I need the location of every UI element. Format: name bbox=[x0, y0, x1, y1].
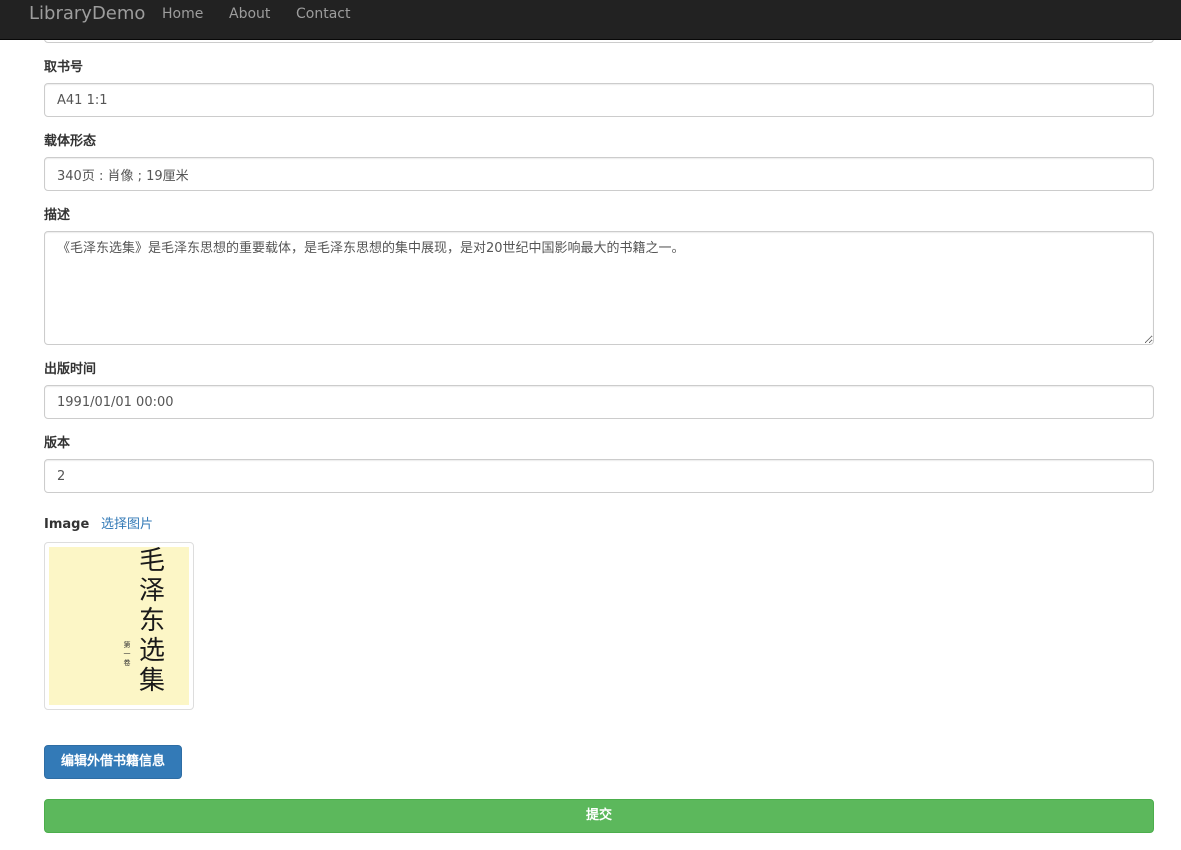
physical-description-input[interactable] bbox=[44, 157, 1154, 191]
edition-input[interactable] bbox=[44, 459, 1154, 493]
cover-title-char: 毛 bbox=[139, 547, 165, 576]
cover-title-char: 东 bbox=[139, 606, 165, 636]
navbar: LibraryDemo Home About Contact bbox=[0, 0, 1181, 40]
book-cover-thumbnail: 毛 泽 东 选 集 第 一 卷 bbox=[44, 542, 194, 710]
publish-date-label: 出版时间 bbox=[44, 362, 97, 377]
cover-subtitle-char: 一 bbox=[124, 650, 131, 658]
nav-home-link[interactable]: Home bbox=[162, 6, 203, 22]
choose-image-link[interactable]: 选择图片 bbox=[101, 517, 153, 533]
cover-title-char: 泽 bbox=[139, 576, 165, 606]
nav-about-link[interactable]: About bbox=[229, 6, 270, 22]
cover-title-char: 选 bbox=[139, 636, 165, 666]
physical-description-label: 载体形态 bbox=[44, 134, 97, 149]
call-number-input[interactable] bbox=[44, 83, 1154, 117]
image-label: Image bbox=[44, 517, 90, 532]
edit-borrowed-book-button[interactable]: 编辑外借书籍信息 bbox=[44, 745, 182, 779]
publish-date-input[interactable] bbox=[44, 385, 1154, 419]
cover-title-char: 集 bbox=[139, 666, 165, 696]
book-cover-image: 毛 泽 东 选 集 第 一 卷 bbox=[49, 547, 189, 705]
cover-subtitle-char: 第 bbox=[124, 640, 131, 649]
nav-contact-link[interactable]: Contact bbox=[296, 6, 350, 22]
brand-link[interactable]: LibraryDemo bbox=[29, 4, 145, 24]
edition-label: 版本 bbox=[44, 436, 71, 451]
cover-subtitle-char: 卷 bbox=[124, 658, 131, 667]
description-label: 描述 bbox=[44, 208, 71, 223]
call-number-label: 取书号 bbox=[44, 60, 84, 75]
submit-button[interactable]: 提交 bbox=[44, 799, 1154, 833]
description-textarea[interactable]: 《毛泽东选集》是毛泽东思想的重要载体，是毛泽东思想的集中展现，是对20世纪中国影… bbox=[44, 231, 1154, 345]
